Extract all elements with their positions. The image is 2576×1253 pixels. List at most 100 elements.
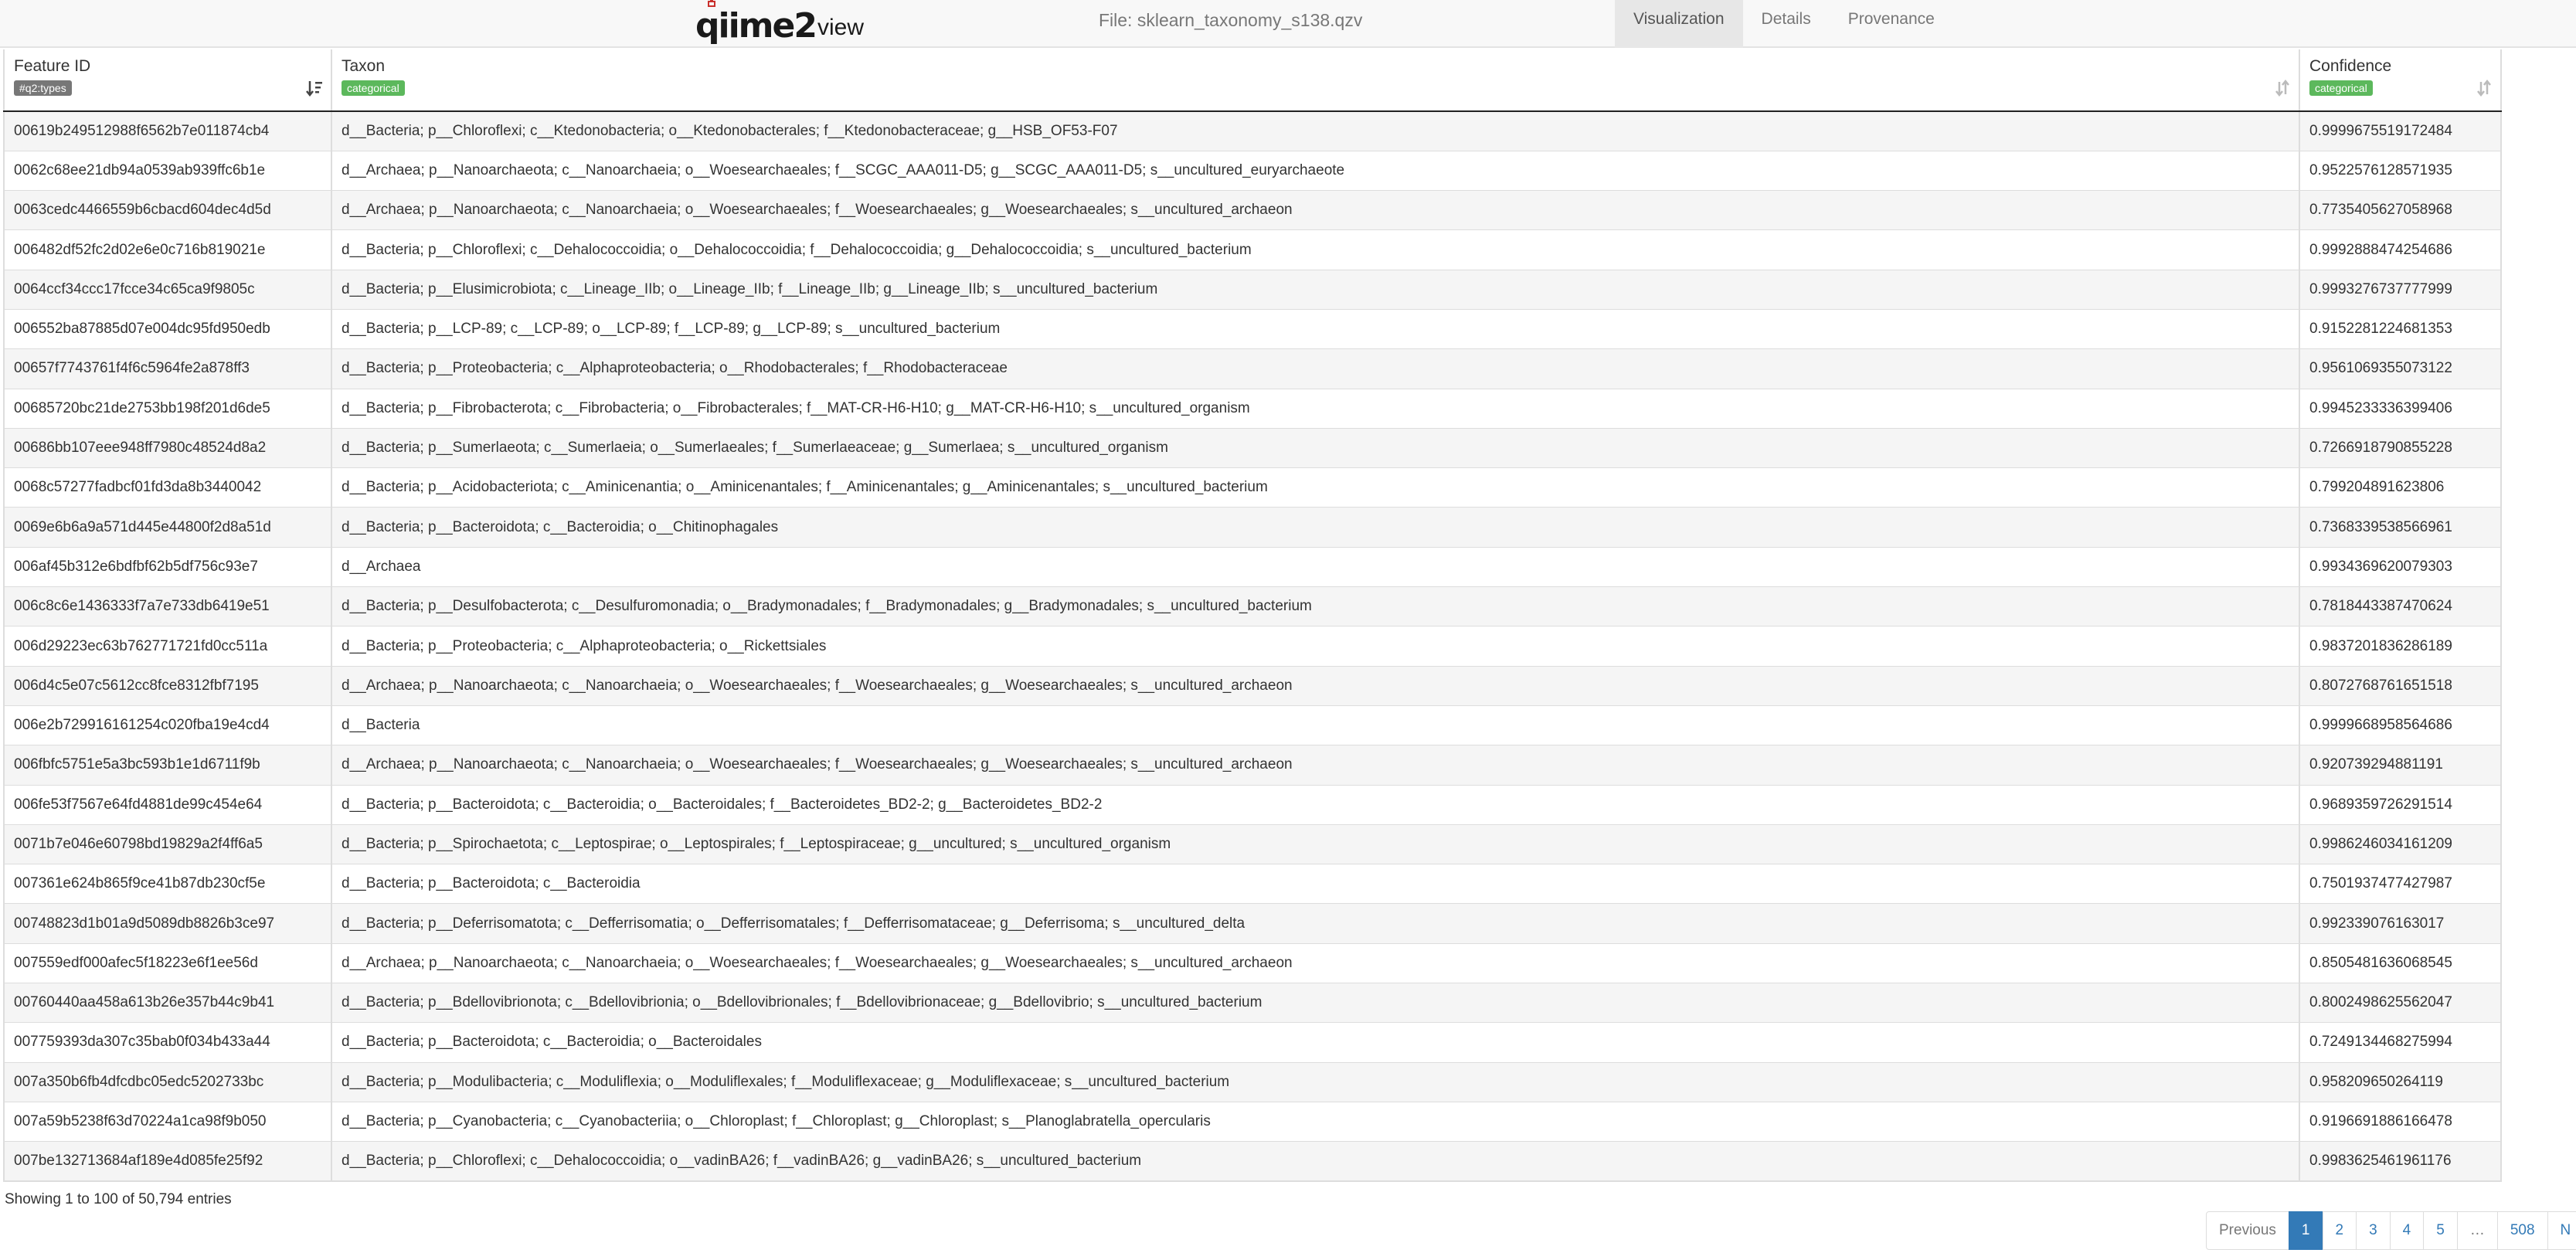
cell-feature-id: 006fbfc5751e5a3bc593b1e1d6711f9b — [3, 745, 332, 786]
cell-taxon: d__Bacteria; p__Bacteroidota; c__Bactero… — [331, 507, 2300, 548]
table-row[interactable]: 00686bb107eee948ff7980c48524d8a2 d__Bacte… — [3, 427, 2502, 468]
cell-feature-id: 007be132713684af189e4d085fe25f92 — [3, 1141, 332, 1183]
table-row[interactable]: 0071b7e046e60798bd19829a2f4ff6a5 d__Bacte… — [3, 823, 2502, 864]
cell-feature-id: 0064ccf34ccc17fcce34c65ca9f9805c — [3, 269, 332, 310]
cell-taxon: d__Archaea; p__Nanoarchaeota; c__Nanoarc… — [331, 150, 2300, 191]
sort-both-icon[interactable] — [2476, 79, 2493, 97]
cell-taxon: d__Bacteria; p__Desulfobacterota; c__Des… — [331, 586, 2300, 626]
cell-taxon: d__Bacteria; p__Bacteroidota; c__Bactero… — [331, 1022, 2300, 1063]
table-row[interactable]: 006d29223ec63b762771721fd0cc511a d__Bacte… — [3, 626, 2502, 667]
cell-taxon: d__Bacteria; p__Proteobacteria; c__Alpha… — [331, 348, 2300, 389]
cell-feature-id: 00686bb107eee948ff7980c48524d8a2 — [3, 427, 332, 468]
cell-feature-id: 00657f7743761f4f6c5964fe2a878ff3 — [3, 348, 332, 389]
table-row[interactable]: 0063cedc4466559b6cbacd604dec4d5d d__Archa… — [3, 190, 2502, 230]
cell-confidence: 0.992339076163017 — [2299, 903, 2502, 944]
table-row[interactable]: 007a350b6fb4dfcdbc05edc5202733bc d__Bacte… — [3, 1061, 2502, 1102]
table-row[interactable]: 0062c68ee21db94a0539ab939ffc6b1e d__Archa… — [3, 150, 2502, 191]
cell-feature-id: 007759393da307c35bab0f034b433a44 — [3, 1022, 332, 1063]
page-button[interactable]: 3 — [2356, 1211, 2391, 1250]
cell-taxon: d__Archaea; p__Nanoarchaeota; c__Nanoarc… — [331, 665, 2300, 706]
sort-both-icon[interactable] — [2274, 79, 2291, 97]
cell-confidence: 0.9934369620079303 — [2299, 546, 2502, 587]
cell-taxon: d__Archaea — [331, 546, 2300, 587]
cell-feature-id: 007361e624b865f9ce41b87db230cf5e — [3, 864, 332, 904]
table-row[interactable]: 0064ccf34ccc17fcce34c65ca9f9805c d__Bacte… — [3, 269, 2502, 310]
previous-button[interactable]: Previous — [2206, 1211, 2289, 1250]
table-row[interactable]: 006482df52fc2d02e6e0c716b819021e d__Bacte… — [3, 229, 2502, 270]
cell-confidence: 0.9993276737777999 — [2299, 269, 2502, 310]
cell-feature-id: 006e2b729916161254c020fba19e4cd4 — [3, 705, 332, 745]
page-button[interactable]: 2 — [2322, 1211, 2357, 1250]
cell-confidence: 0.799204891623806 — [2299, 467, 2502, 508]
page-button[interactable]: 5 — [2423, 1211, 2458, 1250]
table-row[interactable]: 0069e6b6a9a571d445e44800f2d8a51d d__Bacte… — [3, 507, 2502, 548]
table-row[interactable]: 00748823d1b01a9d5089db8826b3ce97 d__Bacte… — [3, 903, 2502, 944]
column-header-taxon[interactable]: Taxon categorical — [331, 49, 2300, 112]
cell-taxon: d__Archaea; p__Nanoarchaeota; c__Nanoarc… — [331, 745, 2300, 786]
page-ellipsis: … — [2456, 1211, 2498, 1250]
table-row[interactable]: 007759393da307c35bab0f034b433a44 d__Bacte… — [3, 1022, 2502, 1063]
cell-taxon: d__Bacteria; p__Acidobacteriota; c__Amin… — [331, 467, 2300, 508]
page-button[interactable]: 1 — [2288, 1211, 2323, 1250]
cell-confidence: 0.8505481636068545 — [2299, 942, 2502, 983]
cell-taxon: d__Bacteria; p__Sumerlaeota; c__Sumerlae… — [331, 427, 2300, 468]
sort-ascending-icon[interactable] — [306, 79, 323, 97]
column-label: Taxon — [342, 57, 386, 75]
pagination: Previous 1 2 3 4 5… 508 N — [2206, 1211, 2576, 1250]
tab-provenance[interactable]: Provenance — [1830, 0, 1953, 48]
view-tabs: Visualization Details Provenance — [1615, 0, 1953, 48]
cell-taxon: d__Bacteria; p__Modulibacteria; c__Modul… — [331, 1061, 2300, 1102]
cell-feature-id: 0071b7e046e60798bd19829a2f4ff6a5 — [3, 823, 332, 864]
table-row[interactable]: 007be132713684af189e4d085fe25f92 d__Bacte… — [3, 1141, 2502, 1183]
cell-feature-id: 00619b249512988f6562b7e011874cb4 — [3, 110, 332, 151]
table-row[interactable]: 006fbfc5751e5a3bc593b1e1d6711f9b d__Archa… — [3, 745, 2502, 786]
table-row[interactable]: 0068c57277fadbcf01fd3da8b3440042 d__Bacte… — [3, 467, 2502, 508]
cell-confidence: 0.7368339538566961 — [2299, 507, 2502, 548]
table-row[interactable]: 007559edf000afec5f18223e6f1ee56d d__Archa… — [3, 942, 2502, 983]
cell-confidence: 0.958209650264119 — [2299, 1061, 2502, 1102]
cell-feature-id: 006d4c5e07c5612cc8fce8312fbf7195 — [3, 665, 332, 706]
cell-confidence: 0.920739294881191 — [2299, 745, 2502, 786]
cell-taxon: d__Archaea; p__Nanoarchaeota; c__Nanoarc… — [331, 942, 2300, 983]
column-header-feature-id[interactable]: Feature ID #q2:types — [3, 49, 332, 112]
tab-details[interactable]: Details — [1743, 0, 1830, 48]
cell-taxon: d__Bacteria; p__Bacteroidota; c__Bactero… — [331, 784, 2300, 825]
cell-feature-id: 007559edf000afec5f18223e6f1ee56d — [3, 942, 332, 983]
cell-feature-id: 007a350b6fb4dfcdbc05edc5202733bc — [3, 1061, 332, 1102]
cell-confidence: 0.7501937477427987 — [2299, 864, 2502, 904]
tab-visualization[interactable]: Visualization — [1615, 0, 1743, 48]
cell-confidence: 0.9999668958564686 — [2299, 705, 2502, 745]
table-row[interactable]: 007361e624b865f9ce41b87db230cf5e d__Bacte… — [3, 864, 2502, 904]
page-button[interactable]: 508 — [2496, 1211, 2548, 1250]
table-row[interactable]: 006c8c6e1436333f7a7e733db6419e51 d__Bacte… — [3, 586, 2502, 626]
table-row[interactable]: 006e2b729916161254c020fba19e4cd4 d__Bacte… — [3, 705, 2502, 745]
cell-confidence: 0.9689359726291514 — [2299, 784, 2502, 825]
table-row[interactable]: 006d4c5e07c5612cc8fce8312fbf7195 d__Archa… — [3, 665, 2502, 706]
cell-taxon: d__Archaea; p__Nanoarchaeota; c__Nanoarc… — [331, 190, 2300, 230]
cell-confidence: 0.9999675519172484 — [2299, 110, 2502, 151]
next-button[interactable]: N — [2547, 1211, 2576, 1250]
cell-confidence: 0.9196691886166478 — [2299, 1101, 2502, 1142]
table-row[interactable]: 00619b249512988f6562b7e011874cb4 d__Bacte… — [3, 110, 2502, 151]
page-button[interactable]: 4 — [2389, 1211, 2425, 1250]
qiime2-view-logo[interactable]: qiime2 view — [695, 0, 864, 45]
table-row[interactable]: 006af45b312e6bdfbf62b5df756c93e7 d__Archa… — [3, 546, 2502, 587]
table-row[interactable]: 00657f7743761f4f6c5964fe2a878ff3 d__Bacte… — [3, 348, 2502, 389]
file-prefix: File: — [1099, 10, 1133, 30]
table-row[interactable]: 007a59b5238f63d70224a1ca98f9b050 d__Bacte… — [3, 1101, 2502, 1142]
cell-confidence: 0.8002498625562047 — [2299, 983, 2502, 1023]
table-row[interactable]: 006fe53f7567e64fd4881de99c454e64 d__Bacte… — [3, 784, 2502, 825]
cell-feature-id: 00748823d1b01a9d5089db8826b3ce97 — [3, 903, 332, 944]
type-badge: #q2:types — [14, 80, 72, 96]
type-badge: categorical — [342, 80, 405, 96]
table-row[interactable]: 006552ba87885d07e004dc95fd950edb d__Bacte… — [3, 308, 2502, 349]
table-row[interactable]: 00685720bc21de2753bb198f201d6de5 d__Bacte… — [3, 388, 2502, 429]
column-header-confidence[interactable]: Confidence categorical — [2299, 49, 2502, 112]
logo-view-text: view — [817, 15, 864, 40]
table-row[interactable]: 00760440aa458a613b26e357b44c9b41 d__Bacte… — [3, 983, 2502, 1023]
cell-taxon: d__Bacteria; p__Elusimicrobiota; c__Line… — [331, 269, 2300, 310]
table-info: Showing 1 to 100 of 50,794 entries — [5, 1191, 232, 1207]
cell-confidence: 0.7818443387470624 — [2299, 586, 2502, 626]
cell-feature-id: 006fe53f7567e64fd4881de99c454e64 — [3, 784, 332, 825]
cell-taxon: d__Bacteria; p__Chloroflexi; c__Dehaloco… — [331, 229, 2300, 270]
